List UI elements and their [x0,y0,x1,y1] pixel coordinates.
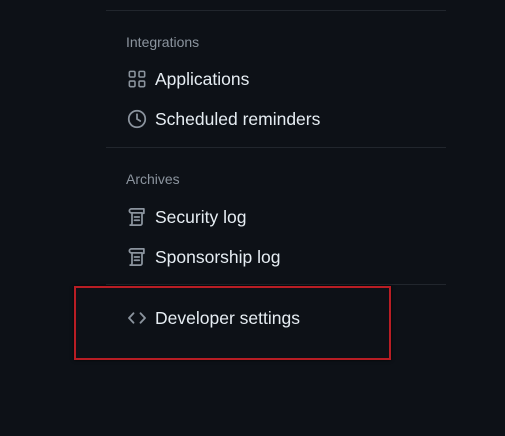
apps-grid-icon [126,68,148,90]
sidebar-item-applications[interactable]: Applications [122,61,422,97]
sidebar-item-label: Security log [155,207,247,227]
divider-integrations [106,147,446,148]
clock-icon [126,108,148,130]
divider-archives [106,284,446,285]
sidebar-item-security-log[interactable]: Security log [122,199,422,235]
sidebar-item-scheduled-reminders[interactable]: Scheduled reminders [122,101,422,137]
section-heading-archives: Archives [126,171,180,187]
highlight-annotation-box [74,286,391,360]
sidebar-item-sponsorship-log[interactable]: Sponsorship log [122,239,422,275]
divider-top [106,10,446,11]
section-heading-integrations: Integrations [126,34,200,50]
log-icon [126,246,148,268]
log-icon [126,206,148,228]
sidebar-item-label: Sponsorship log [155,247,281,267]
sidebar-item-label: Scheduled reminders [155,109,321,129]
sidebar-item-label: Applications [155,69,250,89]
